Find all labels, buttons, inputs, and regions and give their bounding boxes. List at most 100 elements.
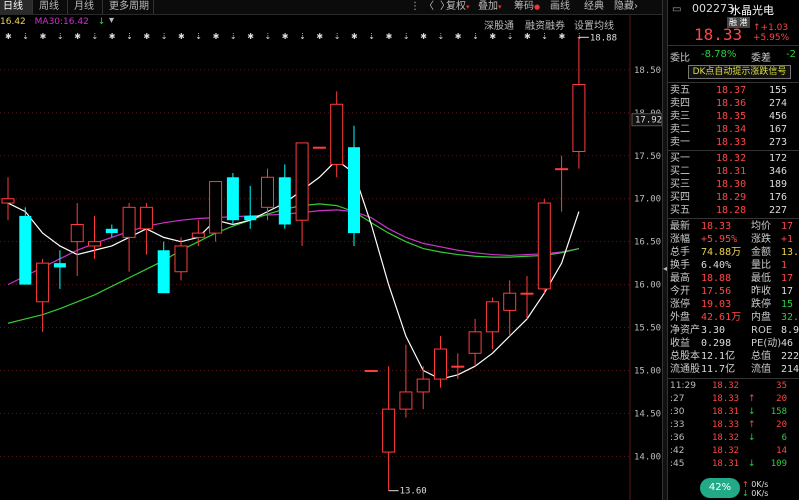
candle-body xyxy=(88,241,101,247)
bid-price: 18.31 xyxy=(716,166,747,177)
chips-button[interactable]: 筹码● xyxy=(514,0,540,14)
candle-body xyxy=(70,223,84,243)
candle-body xyxy=(36,262,50,303)
bid-row[interactable]: 买二 18.31 346 xyxy=(668,165,799,178)
prev-arrow-icon[interactable]: 〈 xyxy=(424,0,434,14)
diff-value: -2 xyxy=(786,49,796,60)
candle-body xyxy=(295,142,309,221)
stat-row: 今开 17.56 昨收 17 xyxy=(668,285,799,298)
toolbar-menu-icon[interactable]: ⋮ xyxy=(410,0,420,14)
stat-value: 18.88 xyxy=(701,273,732,284)
download-speed: 0K/s xyxy=(751,489,769,498)
stat-label: 总手 xyxy=(670,247,690,258)
tick-volume: 20 xyxy=(776,394,787,404)
tick-time: :27 xyxy=(670,394,685,404)
marker-star-icon: ⇣ xyxy=(92,32,99,41)
restore-rights-button[interactable]: 复权▾ xyxy=(446,0,470,14)
stat-row: 收益 0.298 PE(动) 46 xyxy=(668,337,799,350)
ask-price: 18.34 xyxy=(716,124,747,135)
candle-body xyxy=(382,408,396,453)
ask-row[interactable]: 卖五 18.37 155 xyxy=(668,84,799,97)
bid-volume: 346 xyxy=(768,166,787,177)
tick-price: 18.32 xyxy=(712,433,740,443)
ma30-line xyxy=(7,209,580,286)
tick-price: 18.33 xyxy=(712,394,740,404)
tab-more-periods[interactable]: 更多周期▾ xyxy=(106,0,154,26)
tab-daily[interactable]: 日线 xyxy=(0,0,33,14)
ask-price: 18.37 xyxy=(716,85,747,96)
tick-time: 11:29 xyxy=(670,381,696,391)
y-tick-label: 17.50 xyxy=(634,152,661,162)
kline-chart[interactable]: 18.5018.0017.5017.0016.5016.0015.5015.00… xyxy=(0,15,662,500)
hide-button[interactable]: 隐藏› xyxy=(614,0,638,14)
marker-star-icon: ⇣ xyxy=(57,32,64,41)
candle-body xyxy=(191,232,205,238)
stat-row: 最新 18.33 均价 17 xyxy=(668,220,799,233)
candle-body xyxy=(174,245,188,273)
overlay-button[interactable]: 叠加▾ xyxy=(478,0,502,14)
tab-weekly[interactable]: 周线 xyxy=(36,0,68,14)
candle-body xyxy=(537,202,551,290)
bid-row[interactable]: 买五 18.28 227 xyxy=(668,204,799,217)
bid-row[interactable]: 买一 18.32 172 xyxy=(668,152,799,165)
stat-row: 换手 6.40% 量比 1 xyxy=(668,259,799,272)
marker-star-icon: ✱ xyxy=(213,32,220,41)
marker-star-icon: ✱ xyxy=(143,32,150,41)
candle-body xyxy=(105,228,118,234)
ask-row[interactable]: 卖四 18.36 274 xyxy=(668,97,799,110)
chevron-right-icon: › xyxy=(634,1,638,12)
marker-star-icon: ✱ xyxy=(109,32,116,41)
signal-banner[interactable]: DK点自动提示涨跌信号 xyxy=(688,65,791,79)
bid-volume: 227 xyxy=(768,205,787,216)
stat-value: 0.298 xyxy=(701,338,732,349)
tick-row: :27 18.33 ↑ 20 xyxy=(668,393,799,406)
chevron-down-icon: ▾ xyxy=(466,3,470,11)
stat-label: 最新 xyxy=(670,221,690,232)
bid-volume: 176 xyxy=(768,192,787,203)
stat-row: 总股本 12.1亿 总值 222 xyxy=(668,350,799,363)
divider xyxy=(668,82,799,83)
marker-star-icon: ✱ xyxy=(524,32,531,41)
ask-volume: 273 xyxy=(768,137,787,148)
ask-row[interactable]: 卖一 18.33 273 xyxy=(668,136,799,149)
stat-row: 涨停 19.03 跌停 15 xyxy=(668,298,799,311)
candle-body xyxy=(485,301,499,333)
candle-body xyxy=(53,263,66,268)
stat-label: 量比 xyxy=(751,260,771,271)
stat-value: 18.33 xyxy=(701,221,732,232)
stat-value: 17 xyxy=(781,286,794,297)
stat-value: 3.30 xyxy=(701,325,726,336)
stat-label: 收益 xyxy=(670,338,690,349)
tick-price: 18.32 xyxy=(712,446,740,456)
ask-row[interactable]: 卖三 18.35 456 xyxy=(668,110,799,123)
marker-star-icon: ✱ xyxy=(316,32,323,41)
stock-name: 水晶光电 xyxy=(730,4,774,17)
candle-body xyxy=(434,348,447,380)
tab-monthly[interactable]: 月线 xyxy=(71,0,103,14)
draw-line-button[interactable]: 画线 xyxy=(550,0,570,14)
stat-label: 昨收 xyxy=(751,286,771,297)
bid-row[interactable]: 买四 18.29 176 xyxy=(668,191,799,204)
stat-label: 最低 xyxy=(751,273,771,284)
bid-volume: 172 xyxy=(768,153,787,164)
candle-body xyxy=(312,146,326,149)
ask-volume: 167 xyxy=(768,124,787,135)
marker-star-icon: ⇣ xyxy=(230,32,237,41)
stat-value: 32.2 xyxy=(781,312,799,323)
marker-star-icon: ⇣ xyxy=(403,32,410,41)
stat-value: 17 xyxy=(781,273,794,284)
stat-label: 换手 xyxy=(670,260,690,271)
marker-star-icon: ⇣ xyxy=(507,32,514,41)
classic-button[interactable]: 经典 xyxy=(584,0,604,14)
bid-label: 买三 xyxy=(670,179,690,190)
upload-speed: 0K/s xyxy=(751,480,769,489)
stat-row: 净资产 3.30 ROE 8.9 xyxy=(668,324,799,337)
tick-row: :36 18.32 ↓ 6 xyxy=(668,432,799,445)
stat-value: 13.5 xyxy=(781,247,799,258)
ask-label: 卖二 xyxy=(670,124,690,135)
ask-row[interactable]: 卖二 18.34 167 xyxy=(668,123,799,136)
menu-icon[interactable]: ▭ xyxy=(672,4,681,15)
high-price-label: 18.88 xyxy=(590,33,617,43)
bid-row[interactable]: 买三 18.30 189 xyxy=(668,178,799,191)
y-tick-label: 17.00 xyxy=(634,195,661,205)
